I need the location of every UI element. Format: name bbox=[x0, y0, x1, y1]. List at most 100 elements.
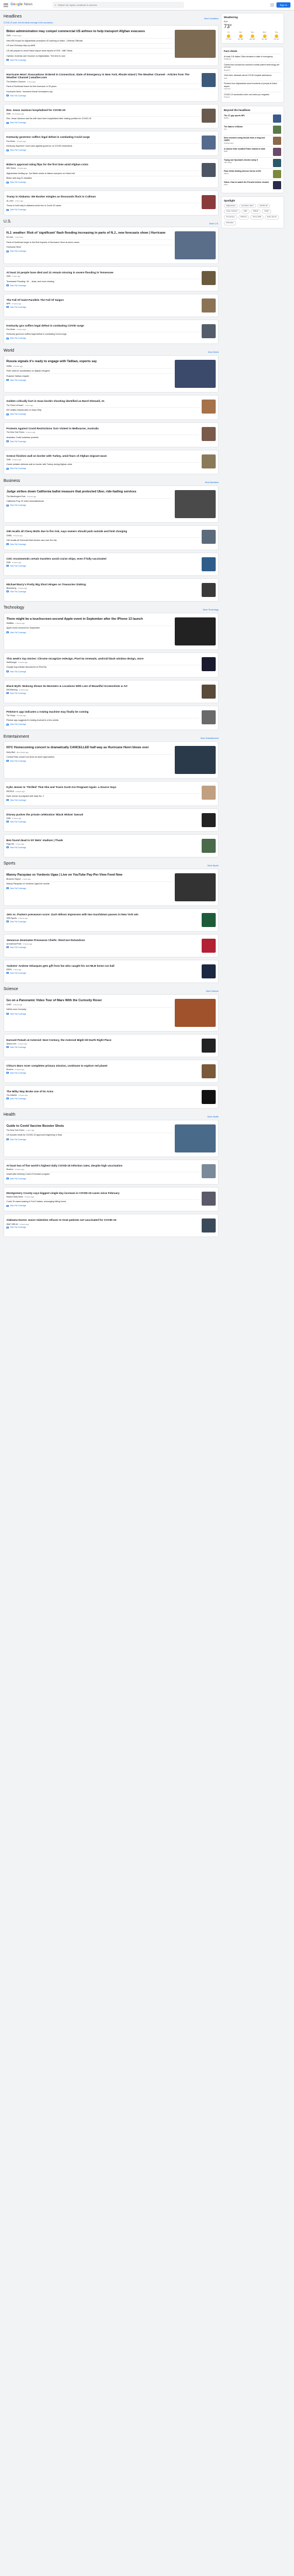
story-thumbnail[interactable] bbox=[175, 360, 216, 388]
beyond-headlines-item[interactable]: New research using fossils from a long-l… bbox=[224, 135, 281, 146]
full-coverage-button[interactable]: View Full Coverage bbox=[6, 723, 199, 725]
item-thumbnail[interactable] bbox=[273, 181, 281, 189]
topic-chip[interactable]: Chevy Bolt bbox=[250, 215, 264, 220]
item-thumbnail[interactable] bbox=[273, 148, 281, 156]
story-thumbnail[interactable] bbox=[175, 746, 216, 775]
story-headline[interactable]: Protests Against Covid Restrictions Turn… bbox=[6, 427, 199, 431]
story-thumbnail[interactable] bbox=[202, 657, 216, 671]
story-source[interactable]: WIAT CBS 42 bbox=[6, 1223, 18, 1225]
story-thumbnail[interactable] bbox=[175, 490, 216, 519]
menu-icon[interactable] bbox=[4, 3, 8, 7]
related-story[interactable]: US booster shots for COVID-19 approved b… bbox=[6, 1132, 172, 1138]
story-source[interactable]: The Washington Post bbox=[6, 495, 25, 498]
full-coverage-button[interactable]: View Full Coverage bbox=[6, 972, 199, 974]
story-source[interactable]: NBC News bbox=[6, 167, 16, 169]
more-link[interactable]: More World bbox=[208, 351, 219, 353]
story-source[interactable]: CNBC bbox=[6, 534, 12, 537]
beyond-headlines-item[interactable]: The 27 gay sports NFL ESPN bbox=[224, 113, 281, 124]
section-title[interactable]: Health bbox=[4, 1113, 15, 1118]
fact-check-item[interactable]: Pictures from Afghanistan show hundreds … bbox=[224, 81, 281, 91]
section-title[interactable]: Sports bbox=[4, 862, 15, 867]
related-story[interactable]: California Prop 22 ruled unconstitutiona… bbox=[6, 498, 172, 504]
related-story[interactable]: Central Park concert cut short as storm … bbox=[6, 754, 172, 759]
section-title[interactable]: Science bbox=[4, 987, 18, 992]
story-source[interactable]: Fox News bbox=[6, 328, 15, 331]
related-story[interactable]: Covid 19 cases soaring in Fort 5 states,… bbox=[6, 1199, 199, 1204]
fact-check-item[interactable]: Claims that coronavirus vaccines contain… bbox=[224, 62, 281, 72]
related-story[interactable]: Tennessee Flooding: 16 ... dead, and mor… bbox=[6, 279, 199, 284]
full-coverage-button[interactable]: View Full Coverage bbox=[6, 284, 199, 287]
story-source[interactable]: 9to5Mac bbox=[6, 622, 14, 624]
related-story[interactable]: Kylie Jenner is pregnant with baby No. 2 bbox=[6, 793, 199, 799]
full-coverage-button[interactable]: View Full Coverage bbox=[6, 543, 199, 546]
story-thumbnail[interactable] bbox=[202, 813, 216, 827]
related-story[interactable]: Afghanistan fuelling up: Joe Biden seeks… bbox=[6, 171, 199, 176]
story-source[interactable]: CNN bbox=[6, 459, 11, 461]
related-story[interactable]: Greek minister defends wall on border wi… bbox=[6, 461, 199, 467]
story-source[interactable]: Arrowhead Pride bbox=[6, 943, 22, 945]
related-story[interactable]: Israeli pilot entering Covid-19 booster … bbox=[6, 1171, 199, 1177]
story-source[interactable]: DSOGaming bbox=[6, 689, 18, 691]
related-story[interactable]: Google bug release discovered on Pixel 5… bbox=[6, 664, 199, 670]
story-headline[interactable]: At least two of five world's highest dai… bbox=[6, 1164, 199, 1168]
fact-check-item[interactable]: COVID-19 vaccination does not make you m… bbox=[224, 91, 281, 100]
story-source[interactable]: Page Six bbox=[6, 843, 14, 845]
story-thumbnail[interactable] bbox=[202, 710, 216, 724]
story-headline[interactable]: Hurricane Henri: Evacuations Ordered in … bbox=[6, 73, 199, 79]
related-story[interactable]: Biden sets Aug 31 deadline bbox=[6, 175, 199, 181]
story-headline[interactable]: Jemarcus dominates Preseason Chiefs: She… bbox=[6, 939, 199, 942]
story-headline[interactable]: Harvard Potash at Asteroid: Next Century… bbox=[6, 1039, 199, 1042]
story-source[interactable]: The Verge bbox=[6, 714, 15, 717]
story-thumbnail[interactable] bbox=[175, 1124, 216, 1152]
related-story[interactable]: NASA rover Curiosity bbox=[6, 1006, 172, 1012]
story-thumbnail[interactable] bbox=[202, 1038, 216, 1053]
topic-chip[interactable]: Hurricane Henri bbox=[238, 203, 256, 209]
story-headline[interactable]: Kentucky gov suffers legal defeat in com… bbox=[6, 324, 199, 328]
related-story[interactable]: Hurricane Henri: 'Imminent threat' forec… bbox=[6, 89, 199, 94]
item-thumbnail[interactable] bbox=[273, 170, 281, 178]
search-input[interactable] bbox=[57, 4, 175, 6]
related-story[interactable]: Australia: Covid lockdown protests bbox=[6, 435, 199, 440]
story-source[interactable]: Dayton Daily News bbox=[6, 1196, 23, 1198]
beyond-headlines-item[interactable]: The Nature of Boom Vox bbox=[224, 124, 281, 135]
full-coverage-button[interactable]: View Full Coverage bbox=[6, 1138, 172, 1141]
related-story[interactable]: Parts of Northeast brace for first hurri… bbox=[6, 84, 199, 89]
related-story[interactable]: Manny Pacquiao vs Yordenis Ugas live res… bbox=[6, 881, 172, 887]
story-thumbnail[interactable] bbox=[202, 530, 216, 544]
story-headline[interactable]: The Fall Of Saint Parallels The Fall Of … bbox=[6, 298, 199, 302]
story-source[interactable]: Reuters bbox=[6, 1068, 13, 1071]
search-icon[interactable]: ⌕ bbox=[55, 4, 56, 6]
story-source[interactable]: CNN bbox=[6, 561, 11, 564]
section-title[interactable]: World bbox=[4, 349, 14, 354]
story-headline[interactable]: Kentucky governor suffers legal defeat i… bbox=[6, 136, 199, 139]
story-headline[interactable]: CDC recommends certain travelers avoid c… bbox=[6, 557, 199, 561]
story-source[interactable]: Fox News bbox=[6, 140, 15, 143]
related-story[interactable]: US and Germany step up airlift bbox=[6, 43, 172, 48]
story-thumbnail[interactable] bbox=[202, 298, 216, 313]
story-thumbnail[interactable] bbox=[202, 324, 216, 338]
story-thumbnail[interactable] bbox=[175, 873, 216, 901]
story-source[interactable]: CNN bbox=[6, 113, 11, 115]
story-headline[interactable]: Ben found dead in NY Mets' stadium | Tha… bbox=[6, 839, 199, 842]
story-headline[interactable]: Peloton's app indicates a rowing machine… bbox=[6, 710, 199, 714]
related-story[interactable]: Peloton app suggests it's testing Androi… bbox=[6, 717, 199, 723]
story-thumbnail[interactable] bbox=[202, 1089, 216, 1104]
full-coverage-button[interactable]: View Full Coverage bbox=[6, 1226, 199, 1228]
story-headline[interactable]: Michael Burry's Pretty Big Short Hinges … bbox=[6, 583, 199, 586]
story-thumbnail[interactable] bbox=[202, 582, 216, 597]
apps-icon[interactable] bbox=[270, 3, 274, 7]
story-thumbnail[interactable] bbox=[202, 938, 216, 953]
full-coverage-button[interactable]: View Full Coverage bbox=[6, 306, 199, 308]
story-headline[interactable]: Jets vs. Packers preseason score: Zach W… bbox=[6, 913, 199, 916]
section-title[interactable]: Technology bbox=[4, 606, 24, 611]
story-source[interactable]: The New York Times bbox=[6, 1129, 25, 1131]
story-source[interactable]: CBS Sports bbox=[6, 917, 17, 919]
story-headline[interactable]: Biden's approval rating flips for the fi… bbox=[6, 163, 199, 166]
full-coverage-button[interactable]: View Full Coverage bbox=[6, 1204, 199, 1207]
full-coverage-button[interactable]: View Full Coverage bbox=[6, 946, 199, 949]
more-link[interactable]: More Headlines bbox=[204, 18, 219, 20]
full-coverage-button[interactable]: View Full Coverage bbox=[6, 1072, 199, 1074]
story-source[interactable]: 9to5Google bbox=[6, 661, 17, 664]
full-coverage-button[interactable]: View Full Coverage bbox=[6, 821, 199, 823]
topic-chip[interactable]: Haiti bbox=[241, 209, 250, 214]
